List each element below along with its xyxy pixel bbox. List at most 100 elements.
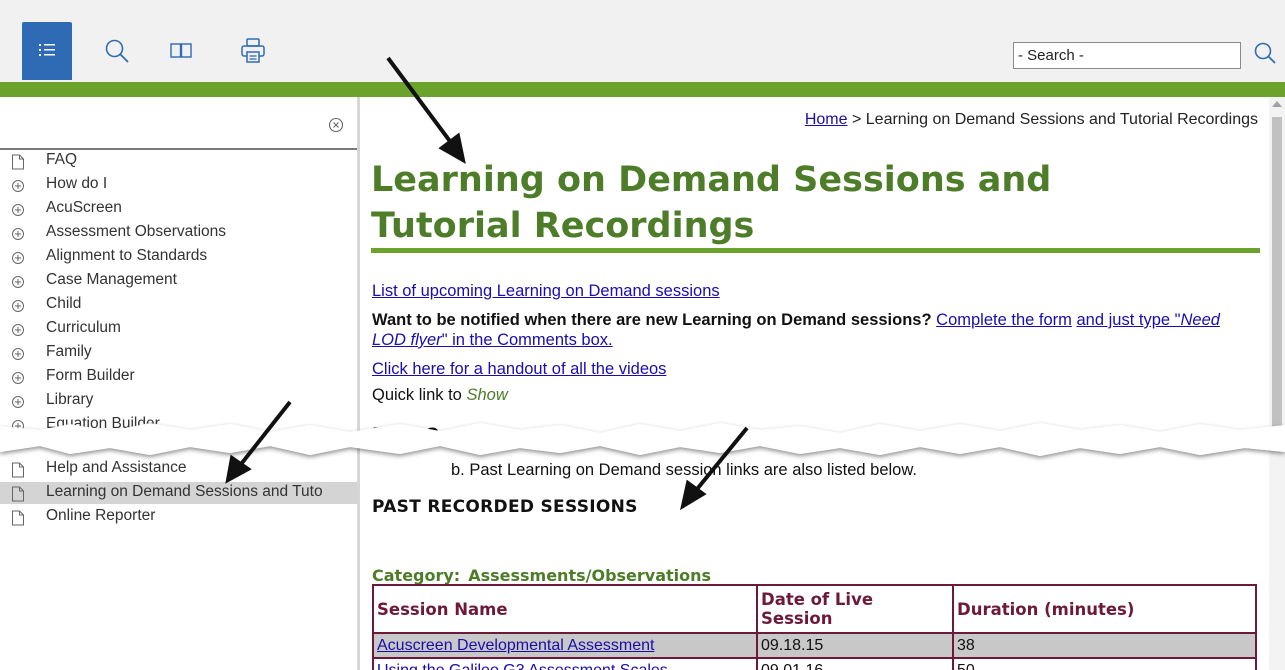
toc-sidebar: FAQ How do I AcuScreen Assessment Observ… bbox=[0, 97, 360, 670]
expand-plus-icon bbox=[12, 396, 24, 408]
table-row: Acuscreen Developmental Assessment 09.18… bbox=[372, 632, 1257, 659]
table-header-row: Session Name Date of Live Session Durati… bbox=[372, 584, 1257, 634]
search-icon bbox=[1254, 42, 1276, 64]
sidebar-item-label: Family bbox=[46, 343, 92, 360]
past-sessions-heading: PAST RECORDED SESSIONS bbox=[372, 497, 638, 517]
content-scrollbar[interactable] bbox=[1269, 97, 1285, 670]
sidebar-item-online-reporter[interactable]: Online Reporter bbox=[0, 506, 357, 528]
sidebar-item-label: Alignment to Standards bbox=[46, 247, 208, 264]
table-cell: 09.01.16 bbox=[756, 657, 954, 670]
search-input[interactable]: - Search - bbox=[1013, 42, 1241, 69]
sidebar-item-label: Equation Builder bbox=[46, 415, 160, 432]
quick-link-text: Quick link to bbox=[372, 386, 462, 404]
close-circle-icon bbox=[328, 117, 344, 133]
list-icon bbox=[39, 44, 55, 56]
sidebar-item-faq[interactable]: FAQ bbox=[0, 150, 357, 172]
purpose-heading: PURPO bbox=[372, 425, 440, 445]
glossary-button[interactable] bbox=[156, 22, 206, 80]
column-header: Session Name bbox=[372, 584, 758, 634]
page-icon bbox=[12, 486, 24, 502]
expand-plus-icon bbox=[12, 204, 24, 216]
notify-form-link-1[interactable]: Complete the form bbox=[936, 311, 1072, 329]
sidebar-item-acuscreen[interactable]: AcuScreen bbox=[0, 198, 357, 220]
expand-plus-icon bbox=[12, 276, 24, 288]
past-sessions-note: b. Past Learning on Demand session links… bbox=[451, 461, 917, 479]
close-sidebar-button[interactable] bbox=[328, 117, 344, 133]
page-title-line-2: Tutorial Recordings bbox=[371, 206, 755, 246]
category-label: Category: bbox=[372, 566, 461, 585]
toc-button[interactable] bbox=[22, 22, 72, 80]
title-underline bbox=[371, 248, 1260, 253]
printer-icon bbox=[241, 38, 265, 63]
toolbar: - Search - bbox=[0, 0, 1285, 82]
sidebar-item-label: Learning on Demand Sessions and Tuto bbox=[46, 483, 323, 500]
table-cell: 50 bbox=[952, 657, 1257, 670]
expand-plus-icon bbox=[12, 372, 24, 384]
session-link[interactable]: Using the Galileo G3 Assessment Scales bbox=[377, 662, 668, 670]
breadcrumb-home-link[interactable]: Home bbox=[805, 111, 848, 128]
breadcrumb-separator: > bbox=[847, 111, 866, 128]
sidebar-item-equation-builder[interactable]: Equation Builder bbox=[0, 414, 357, 436]
handout-paragraph: Click here for a handout of all the vide… bbox=[372, 360, 666, 379]
page-icon bbox=[12, 154, 24, 170]
session-link[interactable]: Acuscreen Developmental Assessment bbox=[377, 637, 654, 654]
page-title: Learning on Demand Sessions and Tutorial… bbox=[371, 157, 1261, 249]
sidebar-item-curriculum[interactable]: Curriculum bbox=[0, 318, 357, 340]
sidebar-item-label: Case Management bbox=[46, 271, 177, 288]
sidebar-item-label: Curriculum bbox=[46, 319, 121, 336]
header-accent-bar bbox=[0, 82, 1285, 97]
sidebar-item-child[interactable]: Child bbox=[0, 294, 357, 316]
search-icon bbox=[105, 39, 129, 63]
scroll-thumb[interactable] bbox=[1272, 117, 1282, 447]
expand-plus-icon bbox=[12, 180, 24, 192]
expand-plus-icon bbox=[12, 228, 24, 240]
sidebar-item-label: AcuScreen bbox=[46, 199, 122, 216]
expand-plus-icon bbox=[12, 324, 24, 336]
notify-link-text: and just type " bbox=[1076, 311, 1181, 329]
expand-plus-icon bbox=[12, 300, 24, 312]
search-toolbar-button[interactable] bbox=[92, 22, 142, 80]
print-button[interactable] bbox=[228, 22, 278, 80]
sidebar-item-label: Library bbox=[46, 391, 94, 408]
quick-link-show[interactable]: Show bbox=[466, 386, 507, 404]
sidebar-item-label: Online Reporter bbox=[46, 507, 156, 524]
sessions-table: Session Name Date of Live Session Durati… bbox=[372, 584, 1257, 670]
breadcrumb: Home > Learning on Demand Sessions and T… bbox=[805, 111, 1258, 129]
table-cell: 09.18.15 bbox=[756, 632, 954, 659]
sidebar-item-label: How do I bbox=[46, 175, 108, 192]
scroll-up-arrow-icon[interactable] bbox=[1272, 101, 1282, 107]
column-header: Duration (minutes) bbox=[952, 584, 1257, 634]
sidebar-item-help-and-assistance[interactable]: Help and Assistance bbox=[0, 458, 357, 480]
breadcrumb-current: Learning on Demand Sessions and Tutorial… bbox=[865, 111, 1258, 128]
topic-content: Home > Learning on Demand Sessions and T… bbox=[363, 97, 1269, 670]
sidebar-item-assessment-observations[interactable]: Assessment Observations bbox=[0, 222, 357, 244]
page-title-line-1: Learning on Demand Sessions and bbox=[371, 160, 1052, 200]
table-row: Using the Galileo G3 Assessment Scales 0… bbox=[372, 657, 1257, 670]
sidebar-item-how-do-i[interactable]: How do I bbox=[0, 174, 357, 196]
notify-question: Want to be notified when there are new L… bbox=[372, 311, 932, 329]
quick-link-paragraph: Quick link to Show bbox=[372, 386, 508, 405]
sidebar-item-label: Form Builder bbox=[46, 367, 135, 384]
table-cell: Acuscreen Developmental Assessment bbox=[372, 632, 758, 659]
book-icon bbox=[170, 43, 192, 58]
category-value: Assessments/Observations bbox=[468, 566, 712, 585]
sidebar-item-learning-on-demand[interactable]: Learning on Demand Sessions and Tuto bbox=[0, 482, 357, 504]
search-submit-button[interactable] bbox=[1251, 38, 1279, 68]
notify-link-text-end: " in the Comments box. bbox=[441, 331, 613, 349]
sidebar-item-alignment-to-standards[interactable]: Alignment to Standards bbox=[0, 246, 357, 268]
sidebar-item-form-builder[interactable]: Form Builder bbox=[0, 366, 357, 388]
handout-link[interactable]: Click here for a handout of all the vide… bbox=[372, 360, 666, 378]
table-cell: 38 bbox=[952, 632, 1257, 659]
help-window: - Search - FAQ How do I AcuScreen Assess… bbox=[0, 0, 1285, 670]
page-icon bbox=[12, 462, 24, 478]
sidebar-item-label: FAQ bbox=[46, 151, 78, 168]
upcoming-sessions-link[interactable]: List of upcoming Learning on Demand sess… bbox=[372, 282, 720, 300]
sidebar-item-library[interactable]: Library bbox=[0, 390, 357, 412]
sidebar-item-family[interactable]: Family bbox=[0, 342, 357, 364]
column-header: Date of Live Session bbox=[756, 584, 954, 634]
category-heading: Category: Assessments/Observations bbox=[372, 566, 711, 585]
sidebar-item-case-management[interactable]: Case Management bbox=[0, 270, 357, 292]
sidebar-item-label: Help and Assistance bbox=[46, 459, 187, 476]
expand-plus-icon bbox=[12, 348, 24, 360]
expand-plus-icon bbox=[12, 252, 24, 264]
